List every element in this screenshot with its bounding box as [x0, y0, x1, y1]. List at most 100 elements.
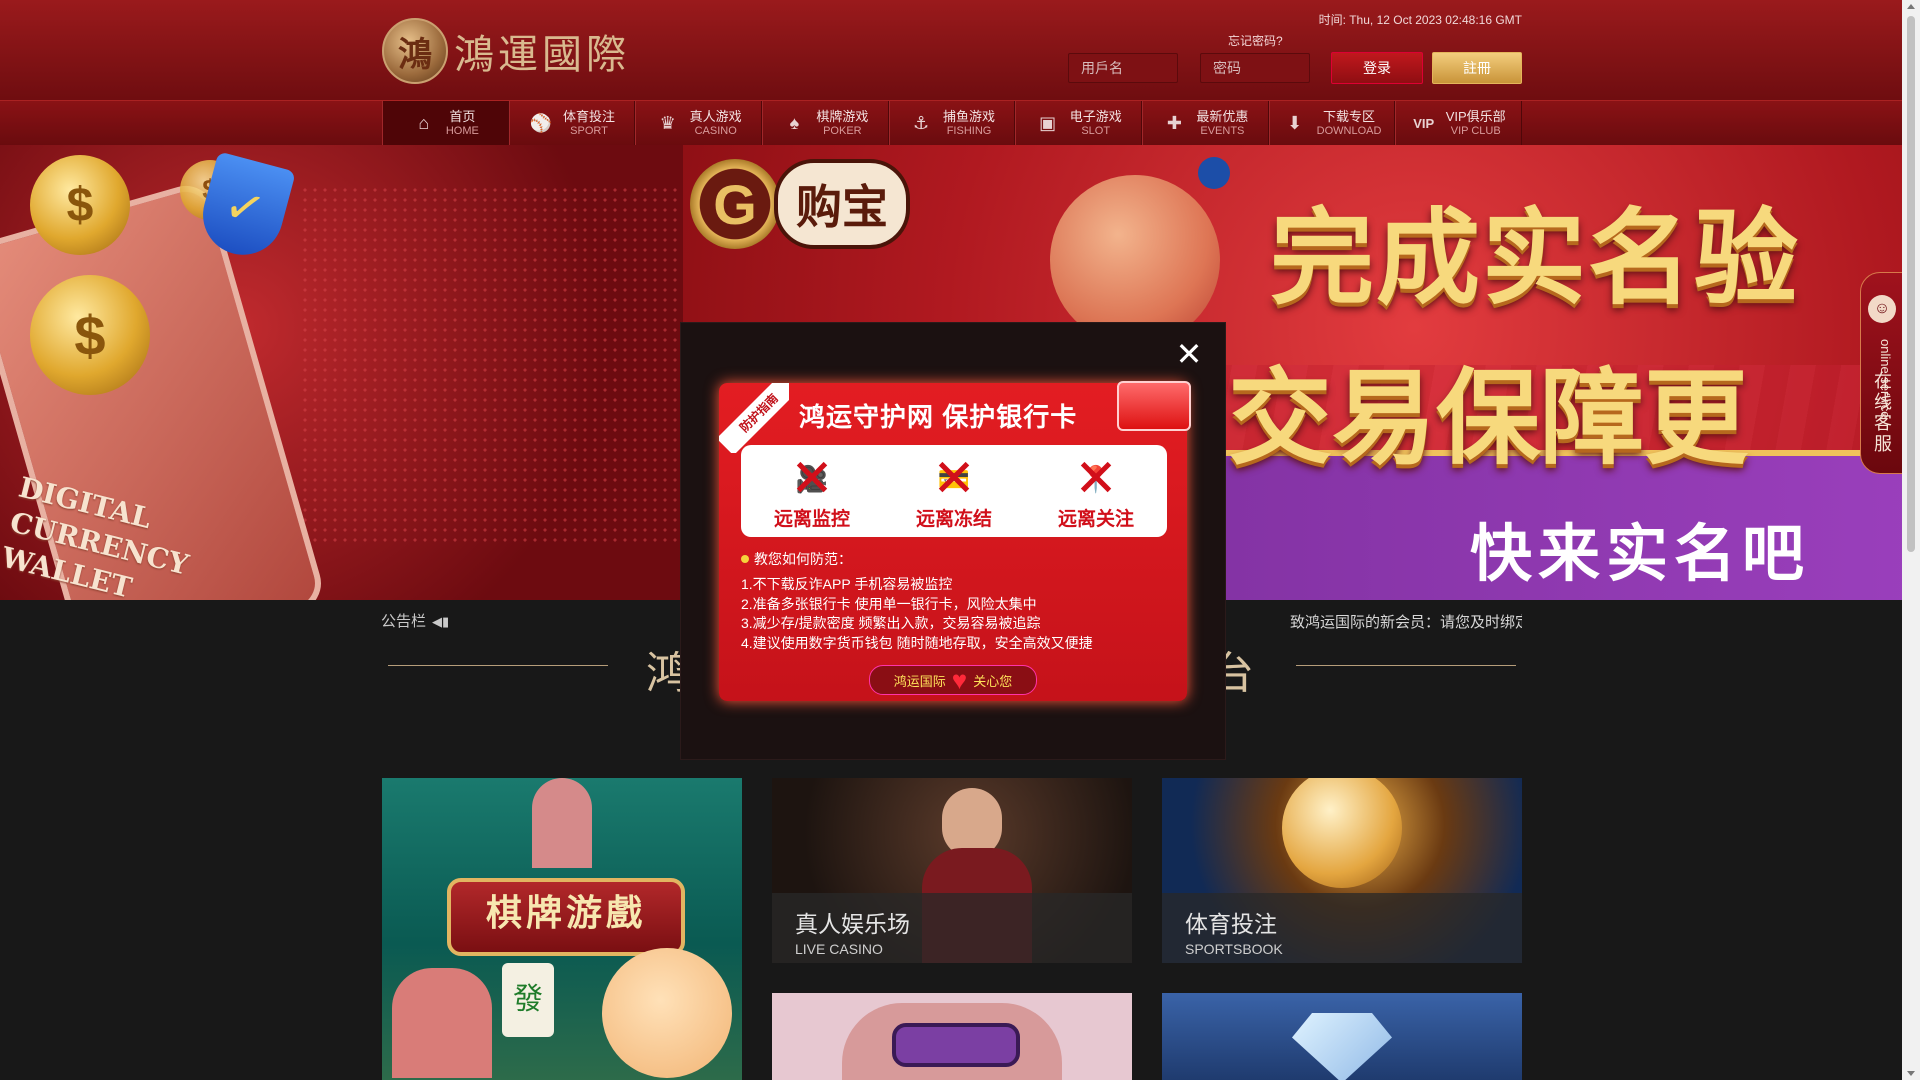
online-service-tab[interactable]: ☺ online service 在线客服: [1860, 272, 1902, 474]
nav-label-en: HOME: [445, 124, 479, 137]
nav-label-cn: 体育投注: [563, 108, 616, 124]
main-nav: ⌂ 首页 HOME ⚾ 体育投注 SPORT ♛ 真人游戏 CASINO ♠ 棋牌游戏…: [0, 100, 1902, 147]
bank-card-icon: 💳: [929, 456, 979, 502]
login-button[interactable]: 登录: [1331, 52, 1423, 84]
feature-item: 🎥 远离监控: [774, 456, 850, 531]
nav-label-cn: 真人游戏: [689, 108, 742, 124]
card-title: 鸿运守护网 保护银行卡: [799, 402, 1078, 432]
close-icon[interactable]: ✕: [1175, 338, 1203, 370]
poker-banner-text: 棋牌游戲: [447, 878, 685, 956]
sunglasses-icon: [892, 1023, 1020, 1067]
gbao-coin-icon: G: [690, 159, 780, 249]
nav-label-en: EVENTS: [1200, 124, 1245, 137]
tip-item: 3.减少存/提款密度 频繁出入款，交易容易被追踪: [741, 615, 1041, 631]
tip-item: 1.不下载反诈APP 手机容易被监控: [741, 576, 953, 592]
character-figure: [392, 968, 492, 1078]
security-tips-modal: ✕ 防护指南 鸿运守护网 保护银行卡 🎥 远离监控 💳 远离冻结 📍 远离关注: [680, 322, 1226, 760]
nav-item-home[interactable]: ⌂ 首页 HOME: [382, 101, 509, 146]
feature-label: 远离关注: [1057, 509, 1134, 530]
feature-label: 远离监控: [773, 509, 850, 530]
nav-item-vip[interactable]: VIP VIP俱乐部 VIP CLUB: [1395, 101, 1523, 146]
gbao-logo: G 购宝: [690, 159, 910, 249]
username-input[interactable]: [1068, 53, 1178, 83]
vertical-scrollbar[interactable]: [1902, 0, 1920, 1080]
nav-item-poker[interactable]: ♠ 棋牌游戏 POKER: [762, 101, 889, 146]
scroll-thumb[interactable]: [1907, 16, 1915, 552]
coin-icon: $: [30, 275, 150, 395]
header: 鴻 鴻運國際 时间: Thu, 12 Oct 2023 02:48:16 GMT…: [0, 0, 1902, 100]
nav-label-cn: 捕鱼游戏: [943, 108, 996, 124]
tips-heading: 教您如何防范：: [741, 549, 852, 569]
nav-label-cn: 棋牌游戏: [816, 108, 869, 124]
nav-label-en: DOWNLOAD: [1316, 124, 1382, 137]
nav-label-en: CASINO: [694, 124, 737, 137]
tile-subtitle: SPORTSBOOK: [1185, 941, 1283, 957]
nav-item-casino[interactable]: ♛ 真人游戏 CASINO: [635, 101, 763, 146]
banner-headline-2: 交易保障更: [1228, 361, 1749, 477]
nav-label-cn: 下载专区: [1323, 108, 1376, 124]
nav-label-en: SPORT: [570, 124, 608, 137]
tile-title: 真人娱乐场: [795, 911, 910, 937]
tip-item: 2.准备多张银行卡 使用单一银行卡，风险太集中: [741, 595, 1037, 612]
tile-slot[interactable]: [772, 993, 1132, 1080]
agent-icon: ☺: [1868, 295, 1896, 323]
tips-list: 1.不下载反诈APP 手机容易被监控 2.准备多张银行卡 使用单一银行卡，风险太…: [741, 575, 1093, 653]
tile-lottery[interactable]: [1162, 993, 1522, 1080]
banner-wallet-image: $ $ $ ✓ DIGITAL CURRENCY WALLET: [0, 145, 683, 600]
forgot-password-link[interactable]: 忘记密码?: [1228, 32, 1283, 49]
service-label-cn: 在线客服: [1872, 371, 1892, 455]
tip-item: 4.建议使用数字货币钱包 随时随地存取，安全高效又便捷: [741, 634, 1093, 651]
notice-marquee[interactable]: 致鸿运国际的新会员：请您及时绑定: [1290, 611, 1522, 632]
casino-icon: ♛: [659, 113, 676, 133]
nav-label-cn: 最新优惠: [1196, 108, 1249, 124]
coin-icon: $: [30, 155, 130, 255]
feature-item: 💳 远离冻结: [916, 456, 992, 531]
nav-item-download[interactable]: ⬇ 下载专区 DOWNLOAD: [1268, 101, 1396, 146]
slot-icon: ▣: [1039, 113, 1057, 133]
camera-icon: 🎥: [787, 456, 837, 502]
location-icon: 📍: [1071, 456, 1121, 502]
tile-sportsbook[interactable]: 体育投注 SPORTSBOOK: [1162, 778, 1522, 963]
tile-caption: 体育投注 SPORTSBOOK: [1162, 893, 1522, 963]
logo-text: 鴻運國際: [454, 32, 630, 78]
nav-item-events[interactable]: ✚ 最新优惠 EVENTS: [1142, 101, 1269, 146]
footer-left: 鸿运国际: [893, 673, 946, 689]
site-logo[interactable]: 鴻 鴻運國際: [382, 18, 630, 84]
card-footer: 鸿运国际 ♥ 关心您: [869, 665, 1037, 695]
nav-label-cn: VIP俱乐部: [1445, 108, 1506, 124]
page: 鴻 鴻運國際 时间: Thu, 12 Oct 2023 02:48:16 GMT…: [0, 0, 1902, 1080]
nav-label-en: POKER: [823, 124, 862, 137]
nav-item-fishing[interactable]: ⚓ 捕鱼游戏 FISHING: [888, 101, 1016, 146]
banner-headline-3: 快来实名吧: [1470, 520, 1811, 589]
tile-poker[interactable]: 棋牌游戲 發: [382, 778, 742, 1080]
tile-subtitle: LIVE CASINO: [795, 941, 883, 957]
nav-item-slot[interactable]: ▣ 电子游戏 SLOT: [1015, 101, 1143, 146]
gift-icon: ✚: [1166, 113, 1182, 133]
feature-label: 远离冻结: [915, 509, 992, 530]
tile-caption: 真人娱乐场 LIVE CASINO: [772, 893, 1132, 963]
decor-dot: [1198, 157, 1230, 189]
home-icon: ⌂: [418, 113, 430, 133]
footer-right: 关心您: [973, 673, 1013, 689]
notice-label: 公告栏: [381, 613, 427, 630]
dealer-figure: [532, 778, 592, 868]
scroll-up-icon[interactable]: [1907, 4, 1915, 9]
decor-ball: [1050, 175, 1220, 345]
security-card: 防护指南 鸿运守护网 保护银行卡 🎥 远离监控 💳 远离冻结 📍 远离关注: [719, 381, 1191, 701]
tile-live-casino[interactable]: 真人娱乐场 LIVE CASINO: [772, 778, 1132, 963]
nav-item-sport[interactable]: ⚾ 体育投注 SPORT: [508, 101, 636, 146]
speaker-icon: ◀▮: [432, 613, 450, 629]
tile-title: 体育投注: [1185, 911, 1277, 937]
banner-headline-1: 完成实名验: [1270, 201, 1801, 317]
character-figure: [602, 948, 732, 1078]
logo-seal: 鴻: [382, 18, 448, 84]
feature-box: 🎥 远离监控 💳 远离冻结 📍 远离关注: [741, 445, 1167, 537]
password-input[interactable]: [1200, 53, 1310, 83]
scroll-down-icon[interactable]: [1907, 1071, 1915, 1076]
sport-icon: ⚾: [529, 113, 553, 133]
nav-label-cn: 首页: [449, 108, 476, 124]
poker-icon: ♠: [789, 113, 800, 133]
register-button[interactable]: 註冊: [1432, 52, 1522, 84]
download-icon: ⬇: [1287, 113, 1303, 133]
diamond-icon: [1292, 1013, 1392, 1080]
